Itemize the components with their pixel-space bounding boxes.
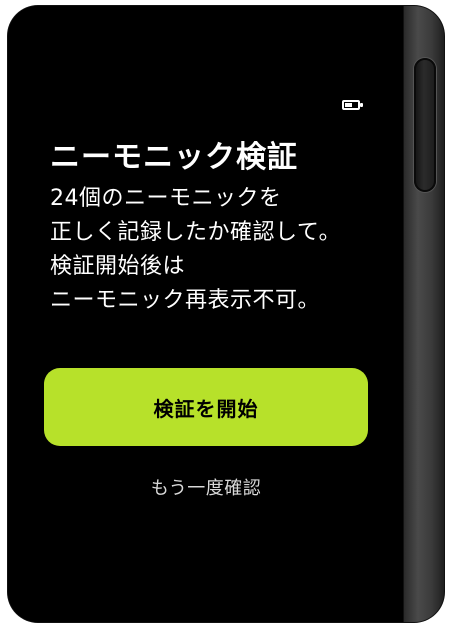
device-side-panel — [403, 6, 444, 622]
device-screen: ニーモニック検証 24個のニーモニックを 正しく記録したか確認して。 検証開始後… — [8, 6, 404, 622]
instruction-line-1: 24個のニーモニックを — [50, 186, 282, 211]
hardware-wallet-device: ニーモニック検証 24個のニーモニックを 正しく記録したか確認して。 検証開始後… — [8, 6, 444, 622]
side-button[interactable] — [414, 58, 436, 192]
start-verification-button[interactable]: 検証を開始 — [44, 368, 368, 446]
instruction-line-2: 正しく記録したか確認して。 — [50, 220, 342, 245]
stage: ニーモニック検証 24個のニーモニックを 正しく記録したか確認して。 検証開始後… — [0, 0, 450, 630]
instruction-text: 24個のニーモニックを 正しく記録したか確認して。 検証開始後は ニーモニック再… — [50, 182, 390, 318]
instruction-line-3: 検証開始後は — [50, 254, 186, 279]
battery-level — [345, 103, 353, 107]
review-again-link[interactable]: もう一度確認 — [44, 474, 368, 500]
battery-icon — [342, 100, 363, 110]
page-title: ニーモニック検証 — [50, 140, 298, 175]
instruction-line-4: ニーモニック再表示不可。 — [50, 288, 321, 313]
